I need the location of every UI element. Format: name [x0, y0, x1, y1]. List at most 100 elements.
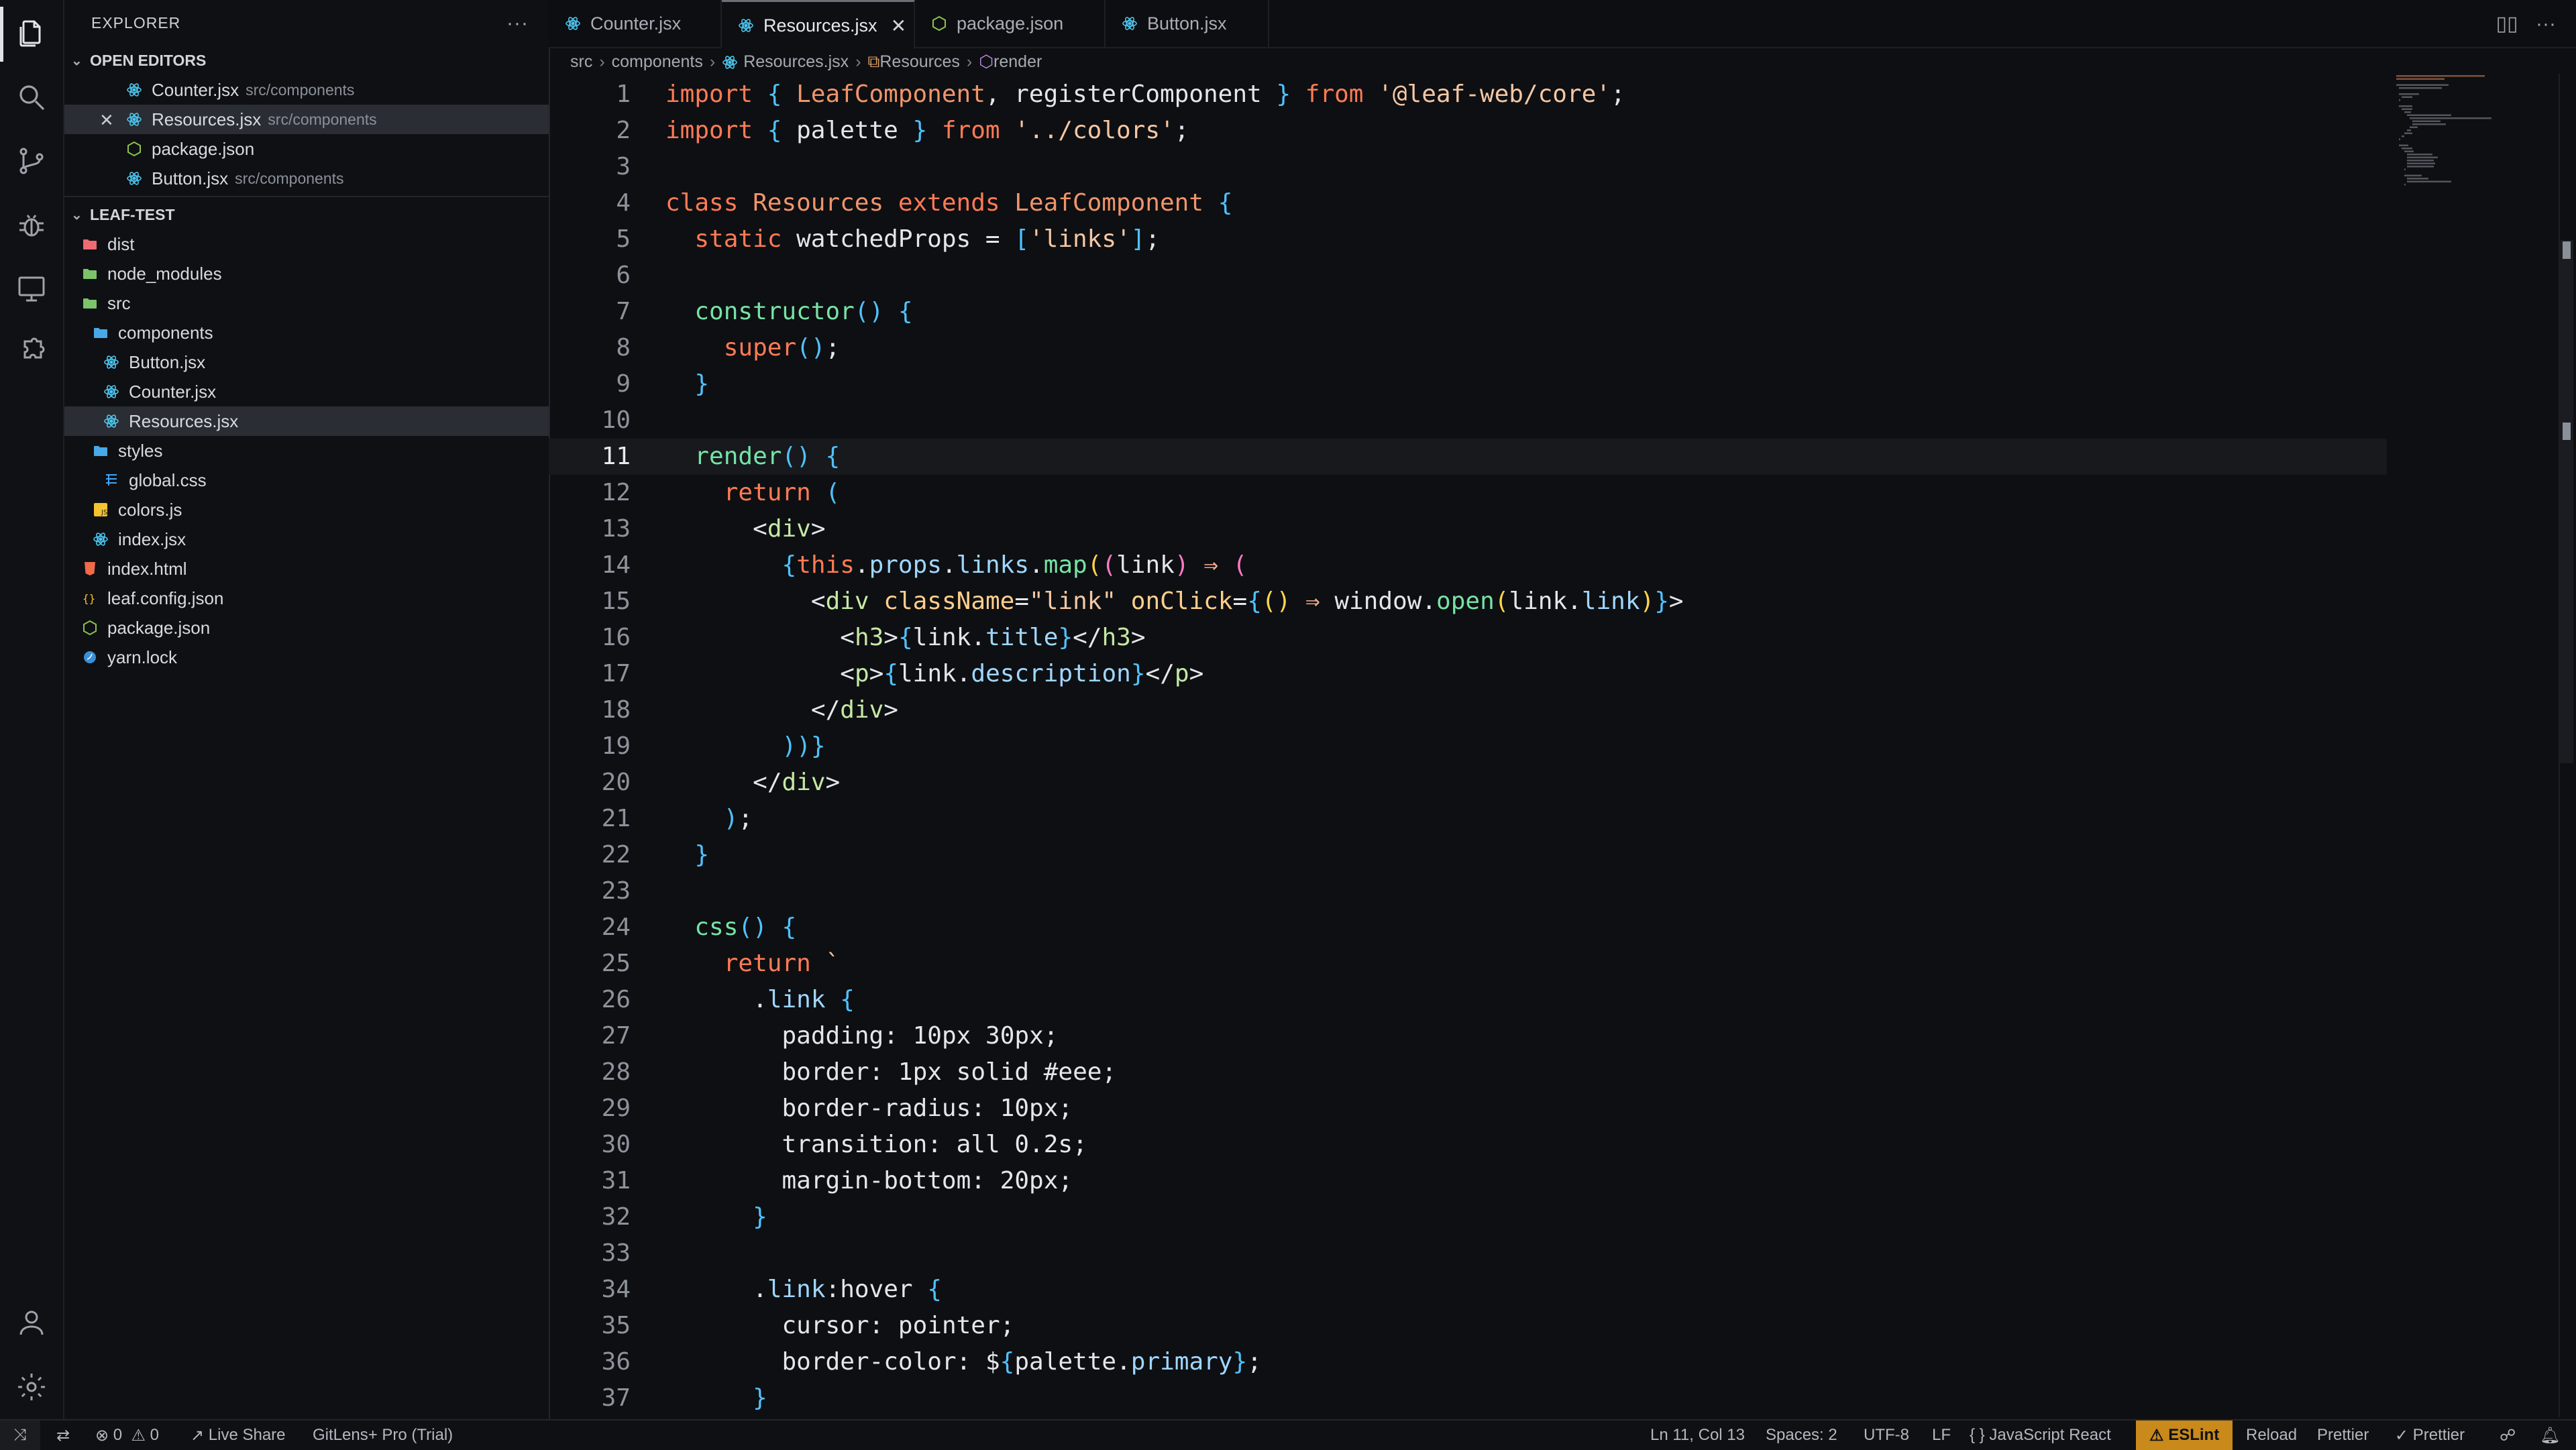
- tree-item[interactable]: JS colors.js: [64, 495, 549, 524]
- encoding[interactable]: UTF-8: [1864, 1420, 1909, 1450]
- tree-item[interactable]: node_modules: [64, 259, 549, 288]
- tree-item[interactable]: Button.jsx: [64, 347, 549, 377]
- scrollbar-thumb[interactable]: [2560, 240, 2573, 763]
- sync-icon[interactable]: ⇄: [56, 1420, 70, 1450]
- code-line[interactable]: 5 static watchedProps = ['links'];: [549, 221, 2387, 258]
- account-icon[interactable]: [11, 1302, 52, 1343]
- code-line[interactable]: 14 {this.props.links.map((link) ⇒ (: [549, 547, 2387, 583]
- tab-package-json[interactable]: package.json: [915, 0, 1106, 47]
- breadcrumb-item[interactable]: src: [570, 52, 592, 72]
- language-mode[interactable]: { } JavaScript React: [1970, 1420, 2111, 1450]
- code-line[interactable]: 31 margin-bottom: 20px;: [549, 1163, 2387, 1199]
- split-editor-icon[interactable]: ▯▯: [2496, 13, 2518, 35]
- tree-item[interactable]: dist: [64, 229, 549, 259]
- gitlens-status[interactable]: GitLens+ Pro (Trial): [313, 1420, 453, 1450]
- code-line[interactable]: 32 }: [549, 1199, 2387, 1235]
- code-line[interactable]: 23: [549, 873, 2387, 909]
- tree-item[interactable]: styles: [64, 436, 549, 465]
- tree-item[interactable]: components: [64, 318, 549, 347]
- tab-counter-jsx[interactable]: Counter.jsx: [549, 0, 722, 47]
- breadcrumb-item[interactable]: Resources: [879, 52, 960, 72]
- tree-item[interactable]: src: [64, 288, 549, 318]
- close-icon[interactable]: ✕: [891, 15, 906, 37]
- code-line[interactable]: 24 css() {: [549, 909, 2387, 946]
- explorer-icon[interactable]: [11, 13, 52, 54]
- code-line[interactable]: 25 return `: [549, 946, 2387, 982]
- tree-item[interactable]: index.jsx: [64, 524, 549, 554]
- code-line[interactable]: 9 }: [549, 366, 2387, 402]
- code-line[interactable]: 36 border-color: ${palette.primary};: [549, 1344, 2387, 1380]
- code-line[interactable]: 16 <h3>{link.title}</h3>: [549, 620, 2387, 656]
- project-header[interactable]: ⌄ LEAF-TEST: [64, 200, 549, 229]
- debug-icon[interactable]: [11, 205, 52, 245]
- vertical-scrollbar[interactable]: [2557, 74, 2576, 1417]
- reload-button[interactable]: Reload: [2246, 1420, 2297, 1450]
- tab-resources-jsx[interactable]: Resources.jsx ✕: [722, 0, 915, 49]
- close-icon[interactable]: ✕: [99, 110, 114, 131]
- code-line[interactable]: 3: [549, 149, 2387, 185]
- minimap[interactable]: [2395, 74, 2529, 208]
- code-editor[interactable]: 1 import { LeafComponent, registerCompone…: [549, 76, 2387, 1417]
- more-actions-icon[interactable]: ···: [506, 12, 529, 35]
- code-line[interactable]: 1 import { LeafComponent, registerCompone…: [549, 76, 2387, 113]
- code-line[interactable]: 33: [549, 1235, 2387, 1272]
- code-line[interactable]: 34 .link:hover {: [549, 1272, 2387, 1308]
- prettier-status[interactable]: Prettier: [2317, 1420, 2369, 1450]
- code-line[interactable]: 2 import { palette } from '../colors';: [549, 113, 2387, 149]
- more-actions-icon[interactable]: ···: [2536, 13, 2556, 35]
- code-line[interactable]: 19 ))}: [549, 728, 2387, 765]
- notifications-bell-icon[interactable]: 🔔︎: [2540, 1420, 2560, 1450]
- tree-item[interactable]: Counter.jsx: [64, 377, 549, 406]
- settings-gear-icon[interactable]: [11, 1367, 52, 1407]
- problems-indicator[interactable]: ⊗ 0 ⚠ 0: [95, 1420, 159, 1450]
- code-line[interactable]: 15 <div className="link" onClick={() ⇒ w…: [549, 583, 2387, 620]
- code-line[interactable]: 20 </div>: [549, 765, 2387, 801]
- remote-explorer-icon[interactable]: [11, 268, 52, 309]
- tree-item[interactable]: {} leaf.config.json: [64, 583, 549, 613]
- open-editor-item[interactable]: Button.jsx src/components: [64, 164, 549, 193]
- feedback-icon[interactable]: ☍: [2500, 1420, 2516, 1450]
- eslint-status[interactable]: ⚠ ESLint: [2136, 1420, 2233, 1450]
- breadcrumb-item[interactable]: render: [994, 52, 1042, 72]
- code-line[interactable]: 18 </div>: [549, 692, 2387, 728]
- tree-item[interactable]: index.html: [64, 554, 549, 583]
- open-editor-item[interactable]: ✕ Resources.jsx src/components: [64, 105, 549, 134]
- code-line[interactable]: 13 <div>: [549, 511, 2387, 547]
- end-of-line[interactable]: LF: [1932, 1420, 1951, 1450]
- breadcrumb-item[interactable]: Resources.jsx: [743, 52, 849, 72]
- source-control-icon[interactable]: [11, 141, 52, 181]
- code-line[interactable]: 7 constructor() {: [549, 294, 2387, 330]
- open-editors-header[interactable]: ⌄ OPEN EDITORS: [64, 46, 549, 75]
- prettier-check[interactable]: ✓ Prettier: [2395, 1420, 2465, 1450]
- code-line[interactable]: 8 super();: [549, 330, 2387, 366]
- code-line[interactable]: 29 border-radius: 10px;: [549, 1091, 2387, 1127]
- tree-item[interactable]: package.json: [64, 613, 549, 643]
- code-line[interactable]: 17 <p>{link.description}</p>: [549, 656, 2387, 692]
- remote-indicator-icon[interactable]: ⤨: [0, 1420, 40, 1450]
- tree-item[interactable]: global.css: [64, 465, 549, 495]
- tab-button-jsx[interactable]: Button.jsx: [1106, 0, 1269, 47]
- open-editor-item[interactable]: Counter.jsx src/components: [64, 75, 549, 105]
- cursor-position[interactable]: Ln 11, Col 13: [1650, 1420, 1745, 1450]
- code-line[interactable]: 12 return (: [549, 475, 2387, 511]
- code-line[interactable]: 11 render() {: [549, 439, 2387, 475]
- tree-item[interactable]: yarn.lock: [64, 643, 549, 672]
- code-line[interactable]: 21 );: [549, 801, 2387, 837]
- indentation[interactable]: Spaces: 2: [1766, 1420, 1837, 1450]
- live-share-button[interactable]: ↗ Live Share: [191, 1420, 286, 1450]
- code-line[interactable]: 4 class Resources extends LeafComponent {: [549, 185, 2387, 221]
- breadcrumb-item[interactable]: components: [612, 52, 703, 72]
- code-line[interactable]: 37 }: [549, 1380, 2387, 1416]
- code-line[interactable]: 35 cursor: pointer;: [549, 1308, 2387, 1344]
- code-line[interactable]: 10: [549, 402, 2387, 439]
- code-line[interactable]: 22 }: [549, 837, 2387, 873]
- code-line[interactable]: 26 .link {: [549, 982, 2387, 1018]
- code-line[interactable]: 30 transition: all 0.2s;: [549, 1127, 2387, 1163]
- search-icon[interactable]: [11, 77, 52, 117]
- code-line[interactable]: 27 padding: 10px 30px;: [549, 1018, 2387, 1054]
- extensions-icon[interactable]: [11, 332, 52, 372]
- code-line[interactable]: 6: [549, 258, 2387, 294]
- open-editor-item[interactable]: package.json: [64, 134, 549, 164]
- code-line[interactable]: 28 border: 1px solid #eee;: [549, 1054, 2387, 1091]
- tree-item[interactable]: Resources.jsx: [64, 406, 549, 436]
